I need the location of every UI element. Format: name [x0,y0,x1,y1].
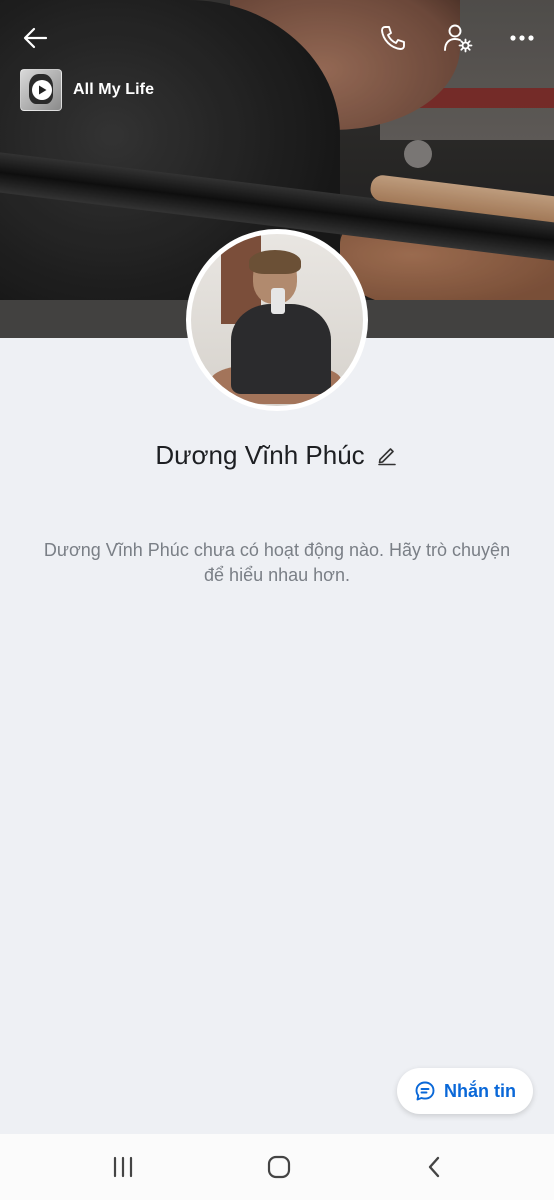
more-dots-icon [510,35,534,41]
phone-icon [381,26,405,50]
nav-back-button[interactable] [404,1144,464,1190]
empty-activity-message: Dương Vĩnh Phúc chưa có hoạt động nào. H… [43,540,511,585]
edit-name-button[interactable] [375,443,399,467]
send-message-label: Nhắn tin [444,1080,516,1101]
avatar-photo [191,234,363,406]
avatar[interactable] [186,229,368,411]
send-message-button[interactable]: Nhắn tin [397,1068,533,1114]
top-bar [0,16,554,60]
home-icon [267,1155,291,1179]
avatar-phone [271,288,285,314]
profile-settings-button[interactable] [436,16,480,60]
avatar-hair [249,250,301,274]
avatar-body [231,304,331,394]
system-nav-bar [0,1134,554,1200]
recent-apps-button[interactable] [93,1144,153,1190]
user-settings-icon [444,24,473,53]
profile-music[interactable]: All My Life [20,69,154,111]
profile-screen: All My Life Dương Vĩnh Phúc Dương Vĩnh P… [0,0,554,1200]
home-button[interactable] [249,1144,309,1190]
call-button[interactable] [371,16,415,60]
arrow-left-icon [23,27,48,49]
profile-name-row: Dương Vĩnh Phúc [0,437,554,473]
chat-bubble-icon [415,1081,435,1101]
pencil-icon [377,448,396,466]
music-title: All My Life [73,81,155,98]
back-chevron-icon [428,1156,440,1178]
play-button[interactable] [32,80,52,100]
play-icon [39,85,47,95]
recent-apps-icon [113,1156,133,1178]
more-options-button[interactable] [500,16,544,60]
profile-name: Dương Vĩnh Phúc [155,439,365,470]
back-button[interactable] [14,16,58,60]
music-thumbnail[interactable] [20,69,62,111]
